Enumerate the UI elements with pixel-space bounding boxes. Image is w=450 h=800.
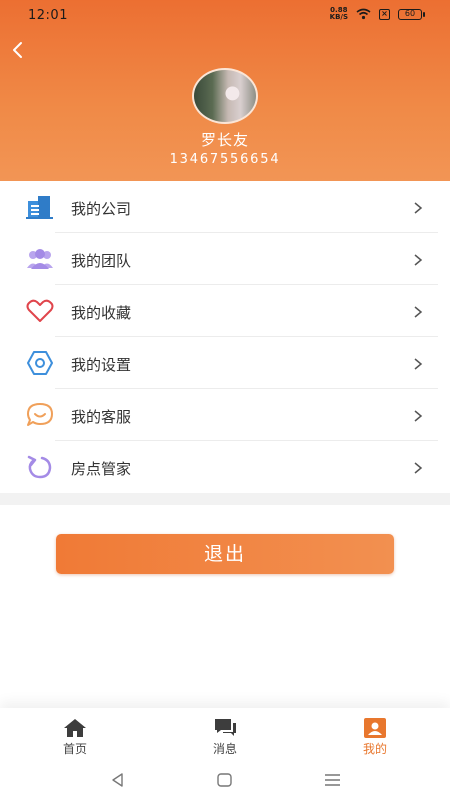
- tab-home[interactable]: 首页: [0, 708, 150, 764]
- gear-icon: [27, 351, 53, 375]
- tab-label: 首页: [62, 742, 87, 756]
- menu-item-housekeeper[interactable]: 房点管家: [0, 441, 450, 493]
- status-time: 12:01: [28, 8, 68, 23]
- user-name: 罗长友: [200, 131, 249, 149]
- menu-item-label: 我的公司: [71, 200, 132, 218]
- status-bar: 12:01 0.88 KB/S × 60: [0, 0, 450, 32]
- heart-icon: [26, 299, 54, 322]
- chevron-right-icon: [414, 306, 423, 318]
- menu-item-label: 房点管家: [71, 460, 132, 478]
- menu-item-company[interactable]: 我的公司: [0, 181, 450, 233]
- chevron-right-icon: [414, 202, 423, 214]
- chevron-right-icon: [414, 358, 423, 370]
- tab-mine[interactable]: 我的: [300, 708, 450, 764]
- chevron-right-icon: [414, 254, 423, 266]
- tab-messages[interactable]: 消息: [150, 708, 300, 764]
- chevron-right-icon: [414, 462, 423, 474]
- tab-label: 我的: [362, 742, 387, 756]
- system-home-icon[interactable]: [215, 770, 235, 790]
- refresh-icon: [27, 455, 52, 479]
- menu-item-label: 我的客服: [71, 408, 132, 426]
- logout-button[interactable]: 退出: [56, 534, 394, 574]
- back-arrow-icon[interactable]: [8, 40, 28, 60]
- status-icons: 0.88 KB/S × 60: [329, 6, 425, 21]
- menu-item-team[interactable]: 我的团队: [0, 233, 450, 285]
- menu-item-label: 我的团队: [71, 252, 132, 270]
- system-navigation-bar: [0, 764, 450, 800]
- message-icon: [215, 719, 236, 736]
- menu-item-settings[interactable]: 我的设置: [0, 337, 450, 389]
- team-icon: [27, 249, 53, 269]
- menu-item-customer-service[interactable]: 我的客服: [0, 389, 450, 441]
- avatar[interactable]: [192, 68, 258, 124]
- building-icon: [26, 196, 53, 219]
- user-phone: 13467556654: [169, 152, 281, 167]
- chat-bubble-icon: [27, 403, 53, 426]
- menu-item-label: 我的设置: [71, 356, 132, 374]
- tab-label: 消息: [212, 742, 237, 756]
- sim-disabled-icon: ×: [379, 8, 390, 20]
- bottom-tab-bar: 首页 消息 我的: [0, 708, 450, 764]
- home-icon: [64, 719, 86, 737]
- battery-icon: 60: [398, 8, 425, 20]
- profile-header: 12:01 0.88 KB/S × 60 罗长友 13467556654: [0, 0, 450, 181]
- section-divider: [0, 493, 450, 505]
- network-speed: 0.88 KB/S: [329, 6, 348, 21]
- chevron-right-icon: [414, 410, 423, 422]
- menu-item-favorites[interactable]: 我的收藏: [0, 285, 450, 337]
- system-recents-icon[interactable]: [323, 770, 343, 790]
- wifi-icon: [356, 8, 371, 20]
- profile-icon: [364, 718, 386, 738]
- system-back-icon[interactable]: [108, 770, 128, 790]
- menu-item-label: 我的收藏: [71, 304, 132, 322]
- profile-menu: 我的公司 我的团队 我的收藏 我的设置 我的客服 房点管家: [0, 181, 450, 493]
